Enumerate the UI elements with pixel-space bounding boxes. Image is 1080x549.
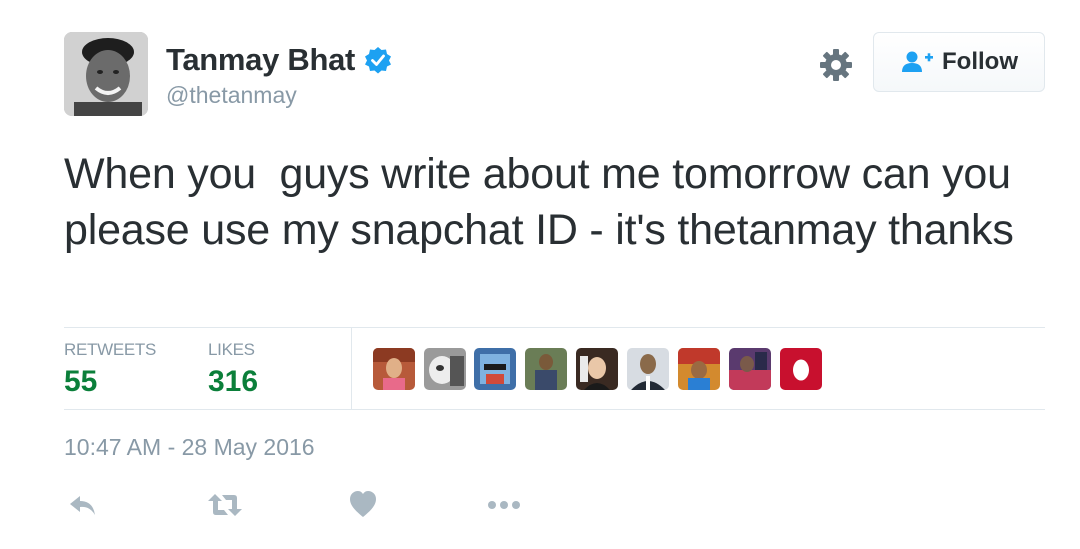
reply-icon[interactable] bbox=[66, 488, 98, 522]
add-user-icon bbox=[902, 51, 933, 72]
retweets-count[interactable]: 55 bbox=[64, 365, 97, 399]
liker-avatar[interactable] bbox=[576, 348, 618, 390]
retweet-icon[interactable] bbox=[206, 488, 244, 522]
tweet-timestamp[interactable]: 10:47 AM - 28 May 2016 bbox=[64, 434, 315, 461]
tweet-text: When you guys write about me tomorrow ca… bbox=[64, 150, 1023, 254]
stats-divider-bottom bbox=[64, 409, 1045, 410]
user-avatar[interactable] bbox=[64, 32, 148, 116]
likes-count[interactable]: 316 bbox=[208, 365, 258, 399]
liker-avatar[interactable] bbox=[678, 348, 720, 390]
liker-avatar[interactable] bbox=[474, 348, 516, 390]
liker-avatar[interactable] bbox=[627, 348, 669, 390]
display-name-text: Tanmay Bhat bbox=[166, 42, 356, 77]
stats-separator bbox=[351, 328, 352, 409]
likes-label[interactable]: LIKES bbox=[208, 340, 255, 360]
verified-badge-icon bbox=[365, 47, 392, 74]
user-handle[interactable]: @thetanmay bbox=[166, 82, 297, 109]
gear-icon[interactable] bbox=[818, 47, 854, 83]
tweet-card: Tanmay Bhat @thetanmay Follow When you g… bbox=[0, 0, 1080, 549]
liker-avatar[interactable] bbox=[373, 348, 415, 390]
liker-avatar[interactable] bbox=[525, 348, 567, 390]
retweets-label[interactable]: RETWEETS bbox=[64, 340, 156, 360]
liker-avatar[interactable] bbox=[729, 348, 771, 390]
display-name[interactable]: Tanmay Bhat bbox=[166, 42, 393, 78]
more-icon[interactable] bbox=[486, 488, 522, 522]
egg-avatar-icon[interactable] bbox=[780, 348, 822, 390]
liker-avatar[interactable] bbox=[424, 348, 466, 390]
stats-divider-top bbox=[64, 327, 1045, 328]
follow-button[interactable]: Follow bbox=[873, 32, 1045, 92]
like-icon[interactable] bbox=[349, 488, 377, 522]
follow-button-label: Follow bbox=[942, 48, 1018, 75]
